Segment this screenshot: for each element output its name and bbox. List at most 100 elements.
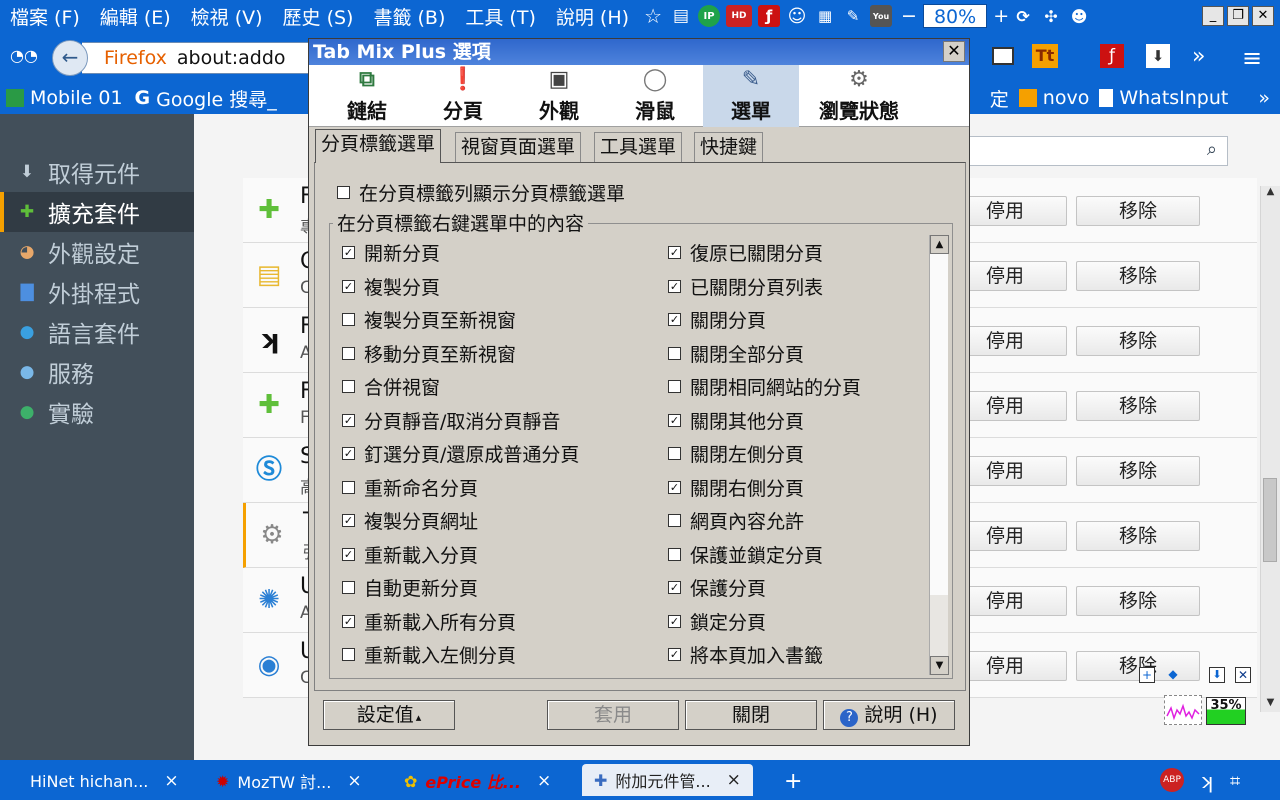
checkbox[interactable] [342, 648, 355, 661]
adblock-icon[interactable]: ABP [1160, 768, 1184, 792]
youtube-icon[interactable]: You [870, 5, 893, 27]
checkbox[interactable]: ✓ [668, 413, 681, 427]
menu-option-item[interactable]: ✓ 將本頁加入書籤 [668, 641, 823, 668]
menu-edit[interactable]: 編輯 (E) [90, 3, 181, 30]
bookmark-star-icon[interactable]: ☆ [642, 4, 664, 28]
user-icon[interactable]: ☻ [1068, 5, 1090, 27]
addon-list-scrollbar[interactable]: ▲ ▼ [1260, 186, 1280, 712]
menu-option-item[interactable]: 合併視窗 [342, 373, 440, 400]
zoom-level[interactable]: 80% [922, 4, 988, 28]
addon-search-input[interactable]: ⌕ [968, 136, 1228, 166]
close-tab-icon[interactable]: × [537, 771, 551, 791]
zoom-in-button[interactable]: + [993, 5, 1009, 27]
checkbox[interactable]: ✓ [342, 413, 355, 427]
menu-option-item[interactable]: ✓ 復原已關閉分頁 [668, 239, 823, 266]
bookmarks-chevron-icon[interactable]: » [1258, 87, 1270, 109]
checkbox[interactable]: ✓ [668, 614, 681, 628]
menu-option-item[interactable]: ✓ 鎖定分頁 [668, 608, 766, 635]
checkbox[interactable] [342, 313, 355, 326]
toolbar-tabs[interactable]: ❗ 分頁 [415, 65, 511, 127]
broom-icon[interactable]: ✎ [842, 5, 864, 27]
menu-file[interactable]: 檔案 (F) [0, 3, 90, 30]
checkbox[interactable]: ✓ [668, 246, 681, 259]
screen-icon[interactable] [992, 47, 1014, 65]
menu-option-item[interactable]: 重新命名分頁 [342, 474, 478, 501]
scroll-up-arrow-icon[interactable]: ▲ [930, 235, 949, 254]
overflow-chevron-icon[interactable]: » [1192, 44, 1205, 69]
menu-option-item[interactable]: ✓ 關閉分頁 [668, 306, 766, 333]
screenshot-icon[interactable]: ▦ [814, 5, 836, 27]
dialog-close-action-button[interactable]: 關閉 [685, 700, 817, 730]
checkbox[interactable]: ✓ [342, 447, 355, 460]
close-tab-icon[interactable]: × [347, 771, 361, 791]
remove-button[interactable]: 移除 [1076, 391, 1200, 421]
menu-tools[interactable]: 工具 (T) [455, 3, 545, 30]
remove-button[interactable]: 移除 [1076, 521, 1200, 551]
menu-option-item[interactable]: ✓ 分頁靜音/取消分頁靜音 [342, 407, 560, 434]
toolbar-session[interactable]: ⚙ 瀏覽狀態 [799, 65, 919, 127]
checkbox[interactable]: ✓ [342, 246, 355, 259]
url-text[interactable]: about:addo [177, 47, 286, 69]
checkbox[interactable] [342, 480, 355, 494]
widget-plus-icon[interactable]: + [1139, 667, 1155, 683]
close-tab-icon[interactable]: × [164, 771, 178, 791]
reading-list-icon[interactable]: ▤ [670, 5, 692, 27]
bookmark-partial[interactable]: 定 [990, 85, 1009, 112]
checkbox[interactable] [668, 547, 681, 561]
download-nav-icon[interactable]: ⬇ [1146, 44, 1170, 68]
show-tab-menu-option[interactable]: 在分頁標籤列顯示分頁標籤選單 [337, 179, 625, 206]
hamburger-menu-icon[interactable]: ≡ [1242, 44, 1262, 72]
checkbox[interactable] [668, 447, 681, 460]
checkbox[interactable]: ✓ [342, 279, 355, 293]
k-tray-icon[interactable]: ʞ [1200, 766, 1213, 796]
category-experiments[interactable]: ● 實驗 [0, 392, 194, 432]
checkbox[interactable]: ✓ [668, 279, 681, 293]
menu-option-item[interactable]: ✓ 重新載入所有分頁 [342, 608, 516, 635]
window-close-button[interactable]: ✕ [1252, 6, 1274, 26]
remove-button[interactable]: 移除 [1076, 196, 1200, 226]
options-scrollbar[interactable]: ▲ ▼ [929, 235, 949, 675]
tab-addons-manager-selected[interactable]: ✚ 附加元件管... × [582, 764, 753, 796]
menu-bookmarks[interactable]: 書籤 (B) [363, 3, 455, 30]
hd-video-icon[interactable]: HD [726, 5, 753, 27]
bookmark-novo[interactable]: novo [1043, 87, 1090, 109]
checkbox[interactable] [668, 380, 681, 393]
flash-nav-icon[interactable]: ƒ [1100, 44, 1124, 68]
toolbar-appearance[interactable]: ▣ 外觀 [511, 65, 607, 127]
menu-option-item[interactable]: ✓ 複製分頁 [342, 273, 440, 300]
menu-option-item[interactable]: ✓ 重新載入分頁 [342, 541, 478, 568]
menu-help[interactable]: 說明 (H) [546, 3, 639, 30]
search-icon[interactable]: ⌕ [1207, 139, 1217, 160]
dialog-close-button[interactable]: ✕ [943, 41, 965, 62]
tab-eprice[interactable]: ✿ ePrice 比... × [404, 766, 551, 796]
menu-option-item[interactable]: 關閉全部分頁 [668, 340, 804, 367]
crop-tray-icon[interactable]: ⌗ [1230, 766, 1240, 796]
menu-option-item[interactable]: 保護並鎖定分頁 [668, 541, 823, 568]
checkbox[interactable]: ✓ [668, 313, 681, 326]
tab-hinet[interactable]: HiNet hichan... × [30, 766, 179, 796]
toolbar-menu[interactable]: ✎ 選單 [703, 65, 799, 127]
menu-history[interactable]: 歷史 (S) [273, 3, 364, 30]
category-languages[interactable]: ● 語言套件 [0, 312, 194, 352]
toolbar-links[interactable]: ⧉ 鏈結 [319, 65, 415, 127]
checkbox[interactable] [342, 581, 355, 594]
menu-option-item[interactable]: 關閉相同網站的分頁 [668, 373, 861, 400]
menu-option-item[interactable]: 複製分頁至新視窗 [342, 306, 516, 333]
remove-button[interactable]: 移除 [1076, 261, 1200, 291]
smiley-icon[interactable]: ☺ [786, 5, 808, 27]
checkbox[interactable]: ✓ [668, 648, 681, 661]
scroll-track[interactable] [930, 254, 948, 595]
sync-icon[interactable]: ⟳ [1012, 5, 1034, 27]
bookmark-google[interactable]: Google 搜尋_ [156, 85, 277, 112]
apply-button[interactable]: 套用 [547, 700, 679, 730]
checkbox[interactable]: ✓ [342, 514, 355, 527]
menu-option-item[interactable]: ✓ 釘選分頁/還原成普通分頁 [342, 440, 579, 467]
bookmark-whatsinput[interactable]: WhatsInput [1119, 87, 1228, 109]
restore-button[interactable]: ❐ [1227, 6, 1249, 26]
settings-button[interactable]: 設定值 ▴ [323, 700, 455, 730]
widget-diamond-icon[interactable]: ◆ [1165, 667, 1181, 683]
tt-icon[interactable]: Tt [1032, 44, 1058, 68]
tab-tab-context-menu[interactable]: 分頁標籤選單 [315, 129, 442, 163]
toolbar-mouse[interactable]: ◯ 滑鼠 [607, 65, 703, 127]
tab-tools-menu[interactable]: 工具選單 [594, 132, 683, 162]
